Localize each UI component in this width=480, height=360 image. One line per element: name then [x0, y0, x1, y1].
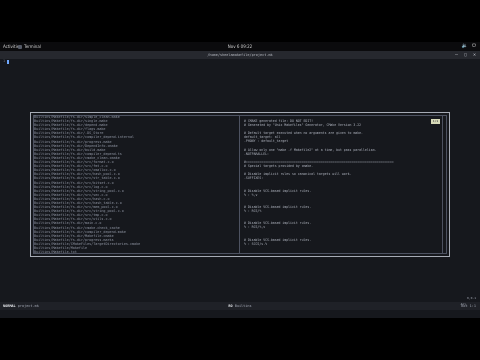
- system-tray[interactable]: 🔉 ⏻: [462, 43, 476, 49]
- clock[interactable]: Nov 6 09:22: [0, 44, 480, 49]
- preview-badge: 1/1: [431, 119, 440, 124]
- preview-text: # CMAKE generated file: DO NOT EDIT! # Ge…: [244, 119, 394, 253]
- status-center: RO Builtins: [0, 304, 480, 308]
- top-bar: Activities Terminal Nov 6 09:22 🔉 ⏻: [0, 42, 480, 51]
- command-line[interactable]: [0, 310, 480, 318]
- letterbox-bottom: [0, 318, 480, 360]
- scroll-percent: All: [460, 302, 466, 306]
- screen: Activities Terminal Nov 6 09:22 🔉 ⏻ /hom…: [0, 0, 480, 360]
- minimize-icon[interactable]: —: [455, 52, 458, 58]
- status-directory: Builtins: [232, 304, 252, 308]
- letterbox-top: [0, 0, 480, 42]
- close-icon[interactable]: ✕: [473, 52, 476, 58]
- line-number: 1: [3, 59, 6, 63]
- file-picker: Builtins/Makefile/fs-dir/simple_clean.ma…: [30, 112, 450, 257]
- volume-icon[interactable]: 🔉: [462, 43, 468, 49]
- preview-line: [244, 250, 394, 253]
- maximize-icon[interactable]: ▢: [464, 52, 467, 58]
- file-preview: # CMAKE generated file: DO NOT EDIT! # Ge…: [239, 115, 443, 254]
- file-list: Builtins/Makefile/fs-dir/simple_clean.ma…: [34, 115, 234, 254]
- ruler: 0,0-1: [466, 296, 476, 300]
- window-title: /home/sheelamakefile/project.mk: [207, 53, 273, 57]
- window-titlebar[interactable]: /home/sheelamakefile/project.mk — ▢ ✕: [0, 51, 480, 59]
- statusline: NORMAL project.mk RO Builtins Bot 1:1: [0, 302, 480, 310]
- window-controls: — ▢ ✕: [455, 52, 476, 58]
- power-icon[interactable]: ⏻: [472, 43, 476, 49]
- text-cursor: [7, 60, 9, 64]
